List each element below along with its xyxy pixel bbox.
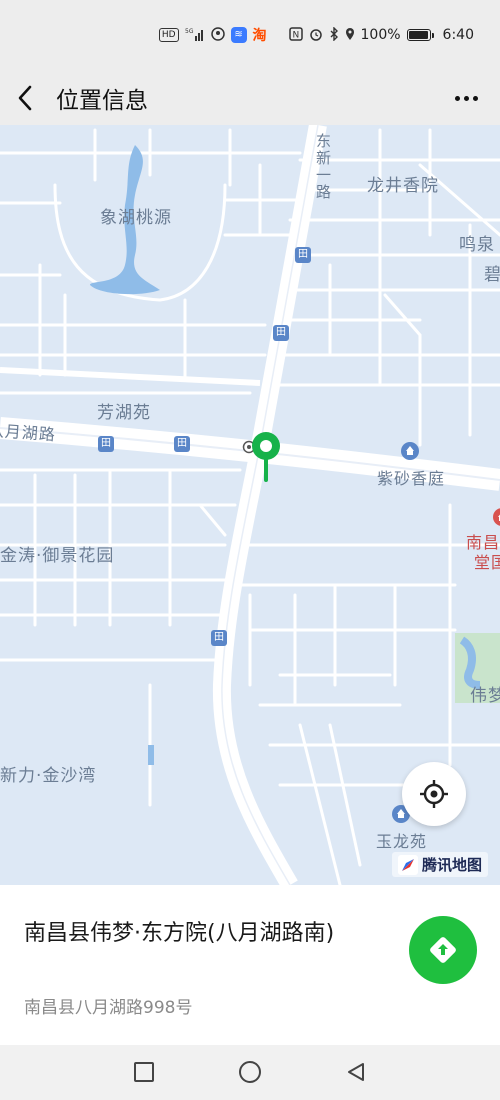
taobao-icon: 淘 <box>252 28 267 44</box>
place-name: 南昌县伟梦·东方院(八月湖路南) <box>24 921 335 946</box>
chevron-left-icon <box>18 85 32 110</box>
clock-time: 6:40 <box>442 27 474 43</box>
map-view[interactable]: 东新一路 龙井香院 象湖桃源 鸣泉 碧 芳湖苑 八月湖路 紫砂香庭 金涛·御景花… <box>0 125 500 885</box>
poi-label-fanghu: 芳湖苑 <box>97 403 151 423</box>
system-back-button[interactable] <box>343 1059 369 1085</box>
tencent-compass-icon <box>398 854 418 875</box>
poi-label-nanchang-bottom: 堂国 <box>474 553 500 572</box>
battery-level <box>408 31 428 39</box>
hd-badge: HD <box>158 28 179 42</box>
back-button[interactable] <box>0 70 50 125</box>
poi-label-yulong: 玉龙苑 <box>376 832 428 851</box>
battery-icon <box>406 29 434 41</box>
bluetooth-icon <box>329 25 339 44</box>
house-icon[interactable] <box>401 442 419 460</box>
more-dots-icon <box>454 95 460 101</box>
status-left-group: HD 5G ≋ 淘 <box>158 25 267 45</box>
poi-label-zisha: 紫砂香庭 <box>377 469 446 488</box>
page-title: 位置信息 <box>56 87 148 114</box>
poi-label-bi: 碧 <box>484 265 500 285</box>
nfc-icon: N <box>288 26 303 44</box>
bus-stop-icon[interactable]: 田 <box>98 436 114 452</box>
signal-label: 5G <box>185 28 194 35</box>
bus-stop-icon[interactable]: 田 <box>273 325 289 341</box>
locate-me-button[interactable] <box>402 762 466 826</box>
navigate-arrow-icon <box>430 937 456 963</box>
alarm-icon <box>309 27 323 44</box>
poi-label-jintao: 金涛·御景花园 <box>0 546 115 566</box>
status-bar: HD 5G ≋ 淘 N 100% 6:40 <box>0 0 500 70</box>
bus-stop-icon[interactable]: 田 <box>211 630 227 646</box>
signal-icon: 5G <box>185 27 205 44</box>
more-options-button[interactable] <box>450 84 482 112</box>
road-label-dongxin: 东新一路 <box>314 133 332 201</box>
location-icon <box>345 27 355 44</box>
square-icon <box>134 1062 154 1082</box>
recents-button[interactable] <box>131 1059 157 1085</box>
bus-stop-icon[interactable]: 田 <box>174 436 190 452</box>
bus-stop-icon[interactable]: 田 <box>295 247 311 263</box>
tencent-maps-logo: 腾讯地图 <box>392 852 489 877</box>
profile-icon <box>210 26 225 44</box>
poi-label-xianghu: 象湖桃源 <box>100 208 172 228</box>
home-button[interactable] <box>237 1059 263 1085</box>
poi-label-xinli: 新力·金沙湾 <box>0 766 97 786</box>
navigate-button[interactable] <box>409 916 477 984</box>
svg-text:N: N <box>292 30 299 40</box>
circle-icon <box>239 1061 261 1083</box>
app-blue-icon: ≋ <box>230 27 247 43</box>
status-right-group: N 100% 6:40 <box>288 25 474 44</box>
place-address: 南昌县八月湖路998号 <box>24 998 193 1018</box>
poi-label-weimeng: 伟梦 <box>470 686 500 706</box>
crosshair-icon <box>420 780 448 808</box>
place-info-panel: 南昌县伟梦·东方院(八月湖路南) 南昌县八月湖路998号 <box>0 885 500 1045</box>
road-label-bayue: 八月湖路 <box>0 420 57 445</box>
map-provider-label: 腾讯地图 <box>422 856 483 874</box>
triangle-back-icon <box>348 1063 364 1081</box>
poi-label-longjing: 龙井香院 <box>367 176 439 196</box>
location-pin-icon <box>252 432 280 482</box>
system-navigation-bar <box>0 1045 500 1100</box>
poi-label-mingquan: 鸣泉 <box>459 235 495 255</box>
navigation-bar: 位置信息 <box>0 70 500 125</box>
battery-percent: 100% <box>360 27 401 43</box>
